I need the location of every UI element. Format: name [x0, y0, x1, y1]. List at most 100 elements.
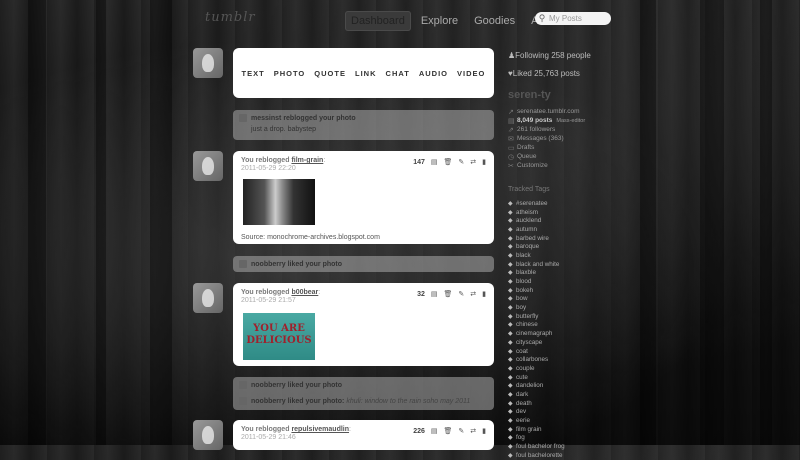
post-date[interactable]: 2011-05-29 21:57 — [241, 297, 486, 304]
compose-quote-button[interactable]: QUOTE — [314, 69, 346, 78]
tracked-tag[interactable]: ◆ chinese — [508, 321, 658, 330]
note-user[interactable]: noobberry — [251, 261, 286, 268]
edit-icon[interactable]: ✎ — [458, 158, 464, 166]
sidebar-link-posts[interactable]: ▤ 8,049 posts Mass-editor — [508, 116, 658, 125]
user-avatar-icon[interactable] — [239, 381, 247, 389]
tracked-tag[interactable]: ◆ eerie — [508, 416, 658, 425]
queue-icon[interactable]: ▮ — [482, 290, 486, 298]
tracked-tag[interactable]: ◆ black and white — [508, 260, 658, 269]
tracked-tag[interactable]: ◆ black — [508, 251, 658, 260]
tag-icon: ◆ — [508, 400, 513, 407]
tracked-tag[interactable]: ◆ fog — [508, 434, 658, 443]
delete-icon[interactable]: 🗑 — [444, 290, 453, 298]
sidebar-link-label: Drafts — [517, 144, 535, 151]
note-user[interactable]: noobberry — [251, 382, 286, 389]
tracked-tag[interactable]: ◆ boy — [508, 303, 658, 312]
compose-chat-button[interactable]: CHAT — [386, 69, 410, 78]
nav-dashboard[interactable]: Dashboard — [345, 10, 411, 31]
sidebar-link-messages[interactable]: ✉ Messages (363) — [508, 134, 658, 143]
tracked-tag[interactable]: ◆ barbed wire — [508, 234, 658, 243]
note-count[interactable]: 32 — [417, 291, 425, 298]
tracked-tag[interactable]: ◆ cinemagraph — [508, 329, 658, 338]
compose-video-button[interactable]: VIDEO — [457, 69, 485, 78]
tag-icon: ◆ — [508, 252, 513, 259]
avatar[interactable] — [193, 283, 223, 313]
tracked-tag[interactable]: ◆ cute — [508, 373, 658, 382]
compose-audio-button[interactable]: AUDIO — [419, 69, 448, 78]
tracked-tag[interactable]: ◆ atheism — [508, 208, 658, 217]
avatar[interactable] — [193, 151, 223, 181]
tracked-tag[interactable]: ◆ butterfly — [508, 312, 658, 321]
tracked-tag[interactable]: ◆ dev — [508, 408, 658, 417]
avatar[interactable] — [193, 48, 223, 78]
tracked-tag[interactable]: ◆ film grain — [508, 425, 658, 434]
search-box[interactable]: ⚲ My Posts — [535, 12, 611, 25]
tracked-tag[interactable]: ◆ cityscape — [508, 338, 658, 347]
notes-icon[interactable]: ▤ — [431, 158, 438, 166]
queue-icon[interactable]: ▮ — [482, 427, 486, 435]
edit-icon[interactable]: ✎ — [458, 427, 464, 435]
sidebar-link-queue[interactable]: ◷ Queue — [508, 152, 658, 161]
tracked-tag[interactable]: ◆ coat — [508, 347, 658, 356]
avatar[interactable] — [193, 420, 223, 450]
tumblr-logo[interactable]: tumblr — [205, 10, 275, 28]
delete-icon[interactable]: 🗑 — [444, 158, 453, 166]
post-date[interactable]: 2011-05-29 22:20 — [241, 165, 486, 172]
edit-icon[interactable]: ✎ — [458, 290, 464, 298]
nav-explore[interactable]: Explore — [415, 11, 464, 31]
user-avatar-icon[interactable] — [239, 260, 247, 268]
compose-text-button[interactable]: TEXT — [242, 69, 265, 78]
notes-icon[interactable]: ▤ — [431, 427, 438, 435]
tracked-tag[interactable]: ◆ baroque — [508, 242, 658, 251]
note-user[interactable]: noobberry — [251, 398, 286, 405]
sidebar-link-customize[interactable]: ✂ Customize — [508, 161, 658, 170]
compose-photo-button[interactable]: PHOTO — [274, 69, 306, 78]
tracked-tag[interactable]: ◆ aucklend — [508, 216, 658, 225]
tracked-tag[interactable]: ◆ #serenatee — [508, 199, 658, 208]
sidebar-link-url[interactable]: ↗ serenatee.tumblr.com — [508, 107, 658, 116]
following-link[interactable]: ♟ Following 258 people — [508, 46, 658, 64]
note-count[interactable]: 226 — [413, 428, 425, 435]
user-avatar-icon[interactable] — [239, 397, 247, 405]
tracked-tag[interactable]: ◆ dark — [508, 390, 658, 399]
notes-icon[interactable]: ▤ — [431, 290, 438, 298]
tracked-tag[interactable]: ◆ autumn — [508, 225, 658, 234]
tracked-tag[interactable]: ◆ foul bachelorette — [508, 451, 658, 460]
post-source[interactable]: Source: monochrome-archives.blogspot.com — [241, 234, 380, 241]
tracked-tag[interactable]: ◆ couple — [508, 364, 658, 373]
tracked-tag[interactable]: ◆ blood — [508, 277, 658, 286]
mass-editor-link[interactable]: Mass-editor — [556, 118, 585, 124]
post-photo[interactable] — [243, 179, 315, 225]
blog-link[interactable]: b00bear — [291, 289, 318, 296]
tracked-tag[interactable]: ◆ foul bachelor frog — [508, 442, 658, 451]
tag-icon: ◆ — [508, 209, 513, 216]
note-user[interactable]: messinst — [251, 115, 281, 122]
reblog-icon[interactable]: ⇄ — [470, 158, 476, 166]
sidebar-link-drafts[interactable]: ▭ Drafts — [508, 143, 658, 152]
note-count[interactable]: 147 — [413, 159, 425, 166]
post-type-bar: TEXT PHOTO QUOTE LINK CHAT AUDIO VIDEO — [233, 48, 494, 98]
blog-title[interactable]: seren-ty — [508, 89, 658, 101]
person-icon: ♟ — [508, 50, 516, 60]
tracked-tag[interactable]: ◆ bokeh — [508, 286, 658, 295]
tracked-tag-label: bokeh — [516, 286, 534, 294]
tracked-tag[interactable]: ◆ dandelion — [508, 381, 658, 390]
post-photo[interactable]: YOU ARE DELICIOUS — [243, 313, 315, 360]
reblog-icon[interactable]: ⇄ — [470, 427, 476, 435]
tracked-tag[interactable]: ◆ collarbones — [508, 355, 658, 364]
compose-link-button[interactable]: LINK — [355, 69, 377, 78]
queue-icon[interactable]: ▮ — [482, 158, 486, 166]
reblog-icon[interactable]: ⇄ — [470, 290, 476, 298]
sidebar-link-followers[interactable]: ⇗ 261 followers — [508, 125, 658, 134]
delete-icon[interactable]: 🗑 — [444, 427, 453, 435]
nav-goodies[interactable]: Goodies — [468, 11, 521, 31]
blog-link[interactable]: repulsivemaudlin — [291, 426, 349, 433]
tracked-tag[interactable]: ◆ death — [508, 399, 658, 408]
liked-link[interactable]: ♥ Liked 25,763 posts — [508, 64, 658, 82]
tracked-tag[interactable]: ◆ bow — [508, 295, 658, 304]
sidebar: ♟ Following 258 people ♥ Liked 25,763 post… — [508, 46, 658, 460]
user-avatar-icon[interactable] — [239, 114, 247, 122]
post-date[interactable]: 2011-05-29 21:46 — [241, 434, 486, 441]
blog-link[interactable]: film-grain — [291, 157, 323, 164]
tracked-tag[interactable]: ◆ blaxble — [508, 269, 658, 278]
